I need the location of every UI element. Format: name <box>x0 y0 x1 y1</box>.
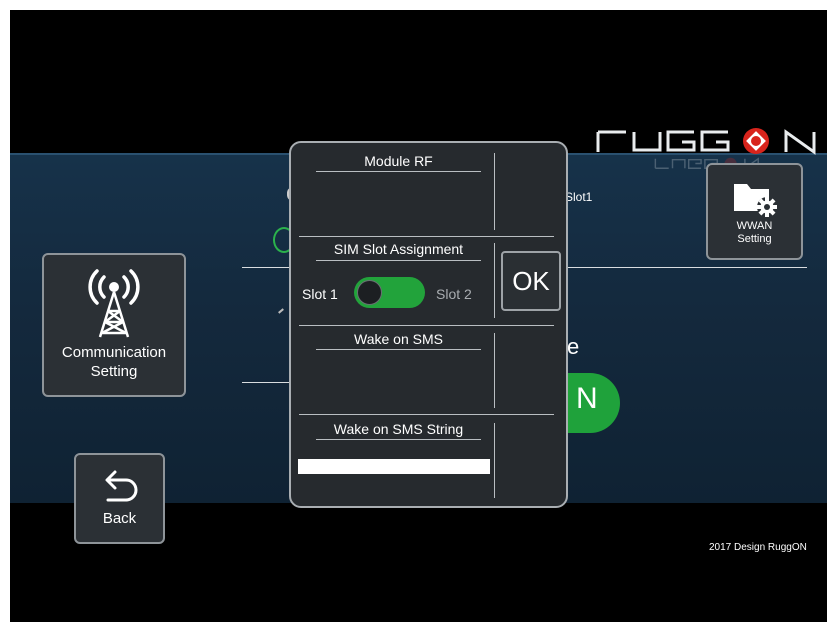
wwan-setting-label-line1: WWAN <box>736 219 773 232</box>
slot1-label: Slot 1 <box>302 286 338 302</box>
background-partial-text: e <box>567 334 580 359</box>
sim-slot-toggle[interactable] <box>354 277 425 308</box>
title-underline <box>316 171 481 172</box>
title-underline <box>316 349 481 350</box>
antenna-tower-icon <box>88 269 140 338</box>
wwan-setting-label-line2: Setting <box>737 232 772 245</box>
dialog-divider-vertical <box>494 243 495 318</box>
background-slot-label: Slot1 <box>565 190 593 204</box>
toggle-knob <box>357 280 382 305</box>
background-green-button-text: N <box>576 382 598 415</box>
section-divider <box>299 236 554 237</box>
dialog-divider-vertical <box>494 153 495 230</box>
back-label: Back <box>102 510 137 527</box>
communication-setting-button[interactable]: Communication Setting <box>42 253 186 397</box>
wake-on-sms-string-title: Wake on SMS String <box>333 421 464 437</box>
module-rf-title: Module RF <box>364 153 433 169</box>
app-screen: Slot1 e N Communication Setting WWAN Set… <box>10 10 827 622</box>
back-arrow-icon <box>105 470 137 502</box>
folder-gear-icon <box>733 183 777 217</box>
title-underline <box>316 439 481 440</box>
wake-on-sms-title: Wake on SMS <box>354 331 443 347</box>
wake-on-sms-string-input[interactable] <box>298 459 490 474</box>
back-button[interactable]: Back <box>74 453 165 544</box>
dialog-divider-vertical <box>494 423 495 498</box>
separator-line <box>567 267 807 268</box>
separator-line <box>242 382 290 383</box>
communication-setting-label-line1: Communication <box>61 344 167 361</box>
title-underline <box>316 260 481 261</box>
slot2-label: Slot 2 <box>436 286 472 302</box>
separator-line <box>242 267 290 268</box>
sim-slot-assignment-title: SIM Slot Assignment <box>333 241 464 257</box>
dialog-divider-vertical <box>494 333 495 408</box>
communication-setting-label-line2: Setting <box>90 363 138 380</box>
ok-button[interactable]: OK <box>501 251 561 311</box>
module-settings-dialog: Module RF SIM Slot Assignment Slot 1 Slo… <box>289 141 568 508</box>
footer-copyright: 2017 Design RuggON <box>709 542 807 553</box>
wwan-setting-button[interactable]: WWAN Setting <box>706 163 803 260</box>
section-divider <box>299 414 554 415</box>
section-divider <box>299 325 554 326</box>
